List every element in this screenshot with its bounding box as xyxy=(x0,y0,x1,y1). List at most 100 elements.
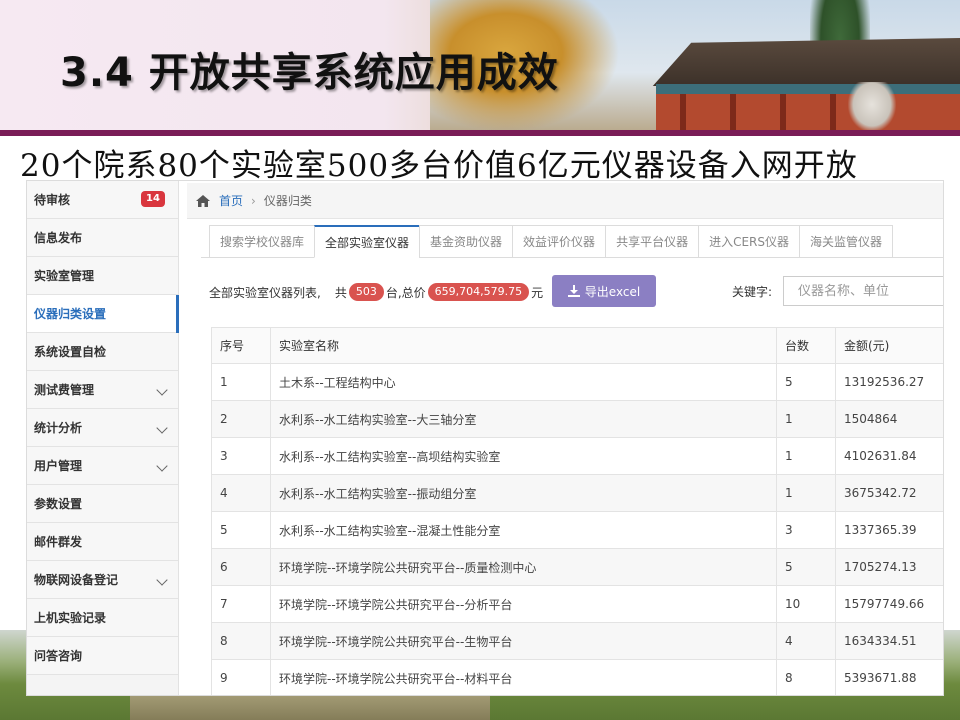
table-row[interactable]: 6 环境学院--环境学院公共研究平台--质量检测中心 5 1705274.13 xyxy=(211,548,943,586)
cell-index: 9 xyxy=(211,659,271,695)
tab-all-lab-instruments[interactable]: 全部实验室仪器 xyxy=(314,225,420,258)
sidebar-item-label: 参数设置 xyxy=(34,497,83,511)
slide-subheading: 20个院系80个实验室500多台价值6亿元仪器设备入网开放 xyxy=(20,148,858,184)
tab-shared-platform[interactable]: 共享平台仪器 xyxy=(605,225,699,258)
cell-lab-name[interactable]: 环境学院--环境学院公共研究平台--生物平台 xyxy=(270,622,777,660)
sidebar-item-label: 问答咨询 xyxy=(34,649,83,663)
chevron-down-icon xyxy=(156,574,168,586)
cell-amount: 1705274.13 xyxy=(835,548,943,586)
sidebar-item-label: 物联网设备登记 xyxy=(34,573,119,587)
cell-count: 1 xyxy=(776,400,836,438)
app-screenshot: 待审核 14 信息发布 实验室管理 仪器归类设置 系统设置自检 测试费管理 统计… xyxy=(26,180,944,696)
table-header-row: 序号 实验室名称 台数 金额(元) xyxy=(211,327,943,364)
cell-count: 1 xyxy=(776,437,836,475)
cell-amount: 3675342.72 xyxy=(835,474,943,512)
cell-lab-name[interactable]: 环境学院--环境学院公共研究平台--分析平台 xyxy=(270,585,777,623)
cell-amount: 5393671.88 xyxy=(835,659,943,695)
column-header-amount[interactable]: 金额(元) xyxy=(835,327,943,364)
tab-bar: 搜索学校仪器库 全部实验室仪器 基金资助仪器 效益评价仪器 共享平台仪器 进入C… xyxy=(209,225,894,258)
sidebar-item-label: 待审核 xyxy=(34,193,71,207)
cell-index: 8 xyxy=(211,622,271,660)
cell-count: 4 xyxy=(776,622,836,660)
column-header-index[interactable]: 序号 xyxy=(211,327,271,364)
cell-lab-name[interactable]: 水利系--水工结构实验室--高坝结构实验室 xyxy=(270,437,777,475)
slide-header: 3.4 开放共享系统应用成效 xyxy=(0,0,960,132)
summary-count-suffix: 台,总价 xyxy=(385,285,426,300)
cell-lab-name[interactable]: 水利系--水工结构实验室--振动组分室 xyxy=(270,474,777,512)
export-excel-button[interactable]: 导出excel xyxy=(552,275,656,307)
chevron-down-icon xyxy=(156,460,168,472)
table-row[interactable]: 8 环境学院--环境学院公共研究平台--生物平台 4 1634334.51 xyxy=(211,622,943,660)
cell-lab-name[interactable]: 水利系--水工结构实验室--混凝土性能分室 xyxy=(270,511,777,549)
cell-count: 5 xyxy=(776,548,836,586)
chevron-down-icon xyxy=(156,384,168,396)
sidebar-item-qa[interactable]: 问答咨询 xyxy=(27,637,178,675)
cell-index: 5 xyxy=(211,511,271,549)
sidebar-item-parameters[interactable]: 参数设置 xyxy=(27,485,178,523)
sidebar: 待审核 14 信息发布 实验室管理 仪器归类设置 系统设置自检 测试费管理 统计… xyxy=(27,181,188,695)
sidebar-item-system-check[interactable]: 系统设置自检 xyxy=(27,333,178,371)
table-row[interactable]: 5 水利系--水工结构实验室--混凝土性能分室 3 1337365.39 xyxy=(211,511,943,549)
table-row[interactable]: 2 水利系--水工结构实验室--大三轴分室 1 1504864 xyxy=(211,400,943,438)
breadcrumb-current: 仪器归类 xyxy=(263,194,312,208)
sidebar-item-iot-devices[interactable]: 物联网设备登记 xyxy=(27,561,178,599)
pending-count-badge: 14 xyxy=(141,191,165,207)
sidebar-item-users[interactable]: 用户管理 xyxy=(27,447,178,485)
breadcrumb-separator-icon: › xyxy=(251,193,256,208)
cell-index: 1 xyxy=(211,363,271,401)
table-row[interactable]: 9 环境学院--环境学院公共研究平台--材料平台 8 5393671.88 xyxy=(211,659,943,695)
cell-amount: 4102631.84 xyxy=(835,437,943,475)
export-excel-label: 导出excel xyxy=(584,284,641,299)
breadcrumb-home-link[interactable]: 首页 xyxy=(219,192,243,209)
cell-count: 5 xyxy=(776,363,836,401)
sidebar-item-pending-review[interactable]: 待审核 14 xyxy=(27,181,178,219)
keyword-search-input[interactable] xyxy=(783,276,943,306)
summary-prefix: 全部实验室仪器列表, xyxy=(209,285,321,300)
tab-cers-instruments[interactable]: 进入CERS仪器 xyxy=(698,225,799,258)
cell-amount: 1634334.51 xyxy=(835,622,943,660)
sidebar-item-lab-management[interactable]: 实验室管理 xyxy=(27,257,178,295)
tab-school-instrument-search[interactable]: 搜索学校仪器库 xyxy=(209,225,315,258)
sidebar-item-label: 实验室管理 xyxy=(34,269,95,283)
summary-total-suffix: 元 xyxy=(531,285,544,300)
cell-amount: 1337365.39 xyxy=(835,511,943,549)
slide-title: 3.4 开放共享系统应用成效 xyxy=(60,50,559,96)
table-row[interactable]: 7 环境学院--环境学院公共研究平台--分析平台 10 15797749.66 xyxy=(211,585,943,623)
sidebar-item-label: 系统设置自检 xyxy=(34,345,107,359)
cell-lab-name[interactable]: 环境学院--环境学院公共研究平台--质量检测中心 xyxy=(270,548,777,586)
tab-customs-supervised[interactable]: 海关监管仪器 xyxy=(799,225,894,258)
cell-amount: 13192536.27 xyxy=(835,363,943,401)
sidebar-item-instrument-classification[interactable]: 仪器归类设置 xyxy=(27,295,188,333)
sidebar-item-label: 上机实验记录 xyxy=(34,611,107,625)
cell-index: 7 xyxy=(211,585,271,623)
tab-funded-instruments[interactable]: 基金资助仪器 xyxy=(419,225,513,258)
column-header-lab-name[interactable]: 实验室名称 xyxy=(270,327,777,364)
cell-index: 4 xyxy=(211,474,271,512)
table-row[interactable]: 3 水利系--水工结构实验室--高坝结构实验室 1 4102631.84 xyxy=(211,437,943,475)
sidebar-item-label: 邮件群发 xyxy=(34,535,83,549)
header-divider xyxy=(0,130,960,136)
cell-index: 6 xyxy=(211,548,271,586)
sidebar-item-test-fees[interactable]: 测试费管理 xyxy=(27,371,178,409)
column-header-count[interactable]: 台数 xyxy=(776,327,836,364)
cell-index: 2 xyxy=(211,400,271,438)
sidebar-item-announcements[interactable]: 信息发布 xyxy=(27,219,178,257)
tab-benefit-evaluation[interactable]: 效益评价仪器 xyxy=(512,225,606,258)
sidebar-item-mass-mail[interactable]: 邮件群发 xyxy=(27,523,178,561)
cell-count: 1 xyxy=(776,474,836,512)
cell-index: 3 xyxy=(211,437,271,475)
cell-count: 8 xyxy=(776,659,836,695)
table-row[interactable]: 1 土木系--工程结构中心 5 13192536.27 xyxy=(211,363,943,401)
cell-lab-name[interactable]: 环境学院--环境学院公共研究平台--材料平台 xyxy=(270,659,777,695)
sidebar-item-label: 用户管理 xyxy=(34,459,83,473)
instrument-summary: 全部实验室仪器列表, 共 503 台,总价 659,704,579.75 元 xyxy=(209,277,543,307)
cell-lab-name[interactable]: 土木系--工程结构中心 xyxy=(270,363,777,401)
total-value-badge: 659,704,579.75 xyxy=(427,283,530,301)
sidebar-item-label: 测试费管理 xyxy=(34,383,95,397)
cell-lab-name[interactable]: 水利系--水工结构实验室--大三轴分室 xyxy=(270,400,777,438)
home-icon[interactable] xyxy=(195,194,211,208)
sidebar-item-usage-records[interactable]: 上机实验记录 xyxy=(27,599,178,637)
sidebar-item-statistics[interactable]: 统计分析 xyxy=(27,409,178,447)
table-row[interactable]: 4 水利系--水工结构实验室--振动组分室 1 3675342.72 xyxy=(211,474,943,512)
chevron-down-icon xyxy=(156,422,168,434)
